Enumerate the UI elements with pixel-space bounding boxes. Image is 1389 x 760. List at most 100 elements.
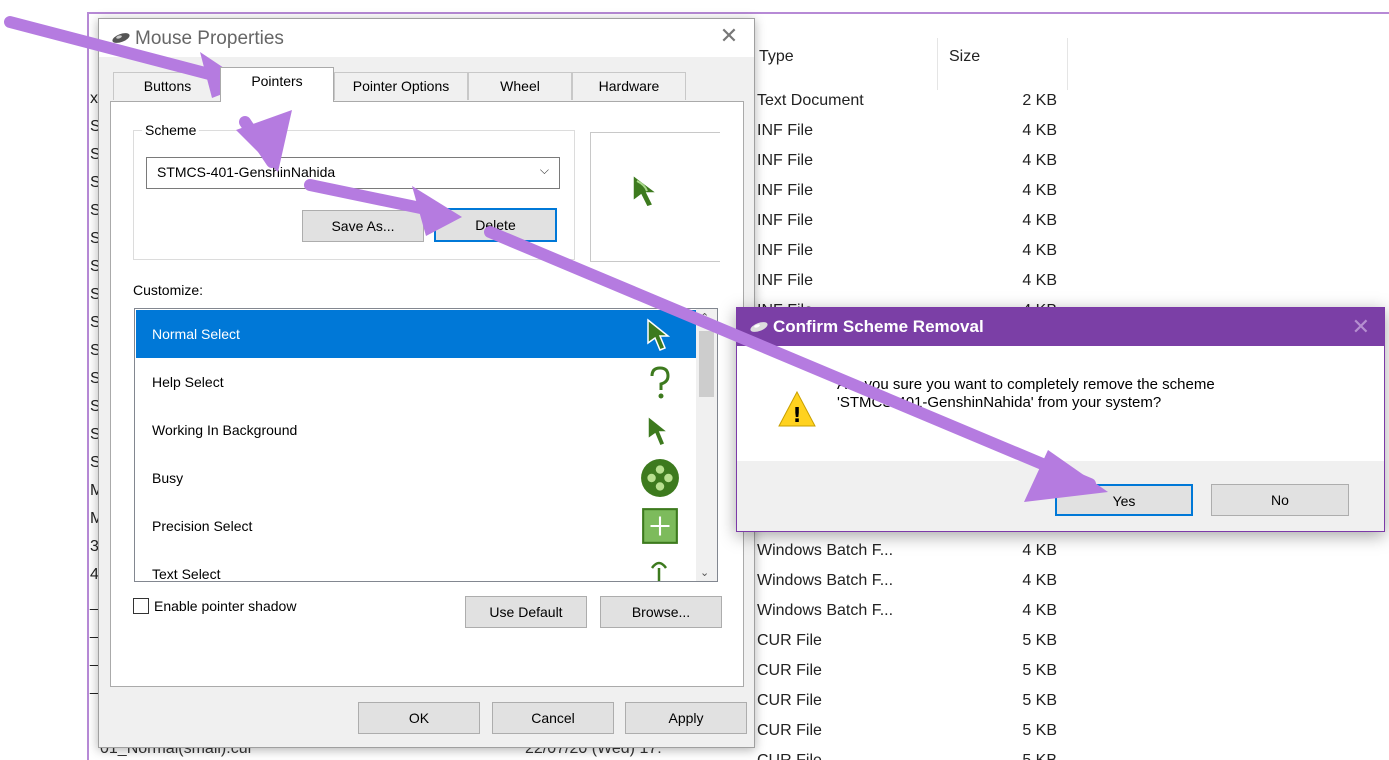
customize-label: Customize: bbox=[133, 282, 204, 298]
crosshair-cursor-icon bbox=[642, 508, 678, 544]
warning-icon: ! bbox=[778, 390, 816, 427]
chevron-down-icon[interactable]: ⌄ bbox=[700, 566, 709, 579]
svg-text:!: ! bbox=[792, 403, 801, 427]
file-size: 5 KB bbox=[1022, 662, 1057, 679]
pointer-list[interactable]: Normal Select Help Select Working In Bac… bbox=[134, 308, 718, 582]
file-row[interactable]: Windows Batch F... 4 KB bbox=[757, 538, 1077, 568]
file-row[interactable]: CUR File 5 KB bbox=[757, 718, 1077, 748]
delete-button[interactable]: Delete bbox=[434, 208, 557, 242]
confirm-message: Are you sure you want to completely remo… bbox=[837, 376, 1215, 411]
file-size: 4 KB bbox=[1022, 272, 1057, 289]
list-item-label: Normal Select bbox=[152, 326, 240, 342]
file-row[interactable]: CUR File 5 KB bbox=[757, 628, 1077, 658]
cancel-button[interactable]: Cancel bbox=[492, 702, 614, 734]
file-size: 4 KB bbox=[1022, 152, 1057, 169]
list-item-label: Text Select bbox=[152, 566, 221, 582]
file-type: Windows Batch F... bbox=[757, 602, 894, 619]
list-item-text-select[interactable]: Text Select bbox=[136, 550, 696, 582]
title-bar[interactable]: Confirm Scheme Removal ✕ bbox=[737, 308, 1384, 346]
scheme-label: Scheme bbox=[142, 122, 200, 138]
title-bar[interactable]: Mouse Properties ✕ bbox=[99, 19, 754, 57]
file-size: 4 KB bbox=[1022, 602, 1057, 619]
mouse-icon bbox=[112, 33, 130, 43]
scroll-thumb[interactable] bbox=[699, 331, 714, 397]
enable-shadow-checkbox[interactable] bbox=[133, 598, 149, 614]
save-as-button[interactable]: Save As... bbox=[302, 210, 424, 242]
list-scrollbar[interactable]: ⌃ ⌄ bbox=[696, 309, 717, 581]
list-item-help-select[interactable]: Help Select bbox=[136, 358, 696, 406]
use-default-button[interactable]: Use Default bbox=[465, 596, 587, 628]
file-row[interactable]: INF File 4 KB bbox=[757, 178, 1077, 208]
leaf-cursor-icon bbox=[647, 318, 671, 351]
file-type: CUR File bbox=[757, 632, 822, 649]
text-cursor-icon bbox=[650, 561, 668, 581]
file-type: INF File bbox=[757, 212, 813, 229]
list-item-working-in-background[interactable]: Working In Background bbox=[136, 406, 696, 454]
file-row[interactable]: CUR File 5 KB bbox=[757, 748, 1077, 760]
file-size: 4 KB bbox=[1022, 542, 1057, 559]
no-button[interactable]: No bbox=[1211, 484, 1349, 516]
file-type: Text Document bbox=[757, 92, 864, 109]
list-item-label: Working In Background bbox=[152, 422, 298, 438]
file-size: 5 KB bbox=[1022, 722, 1057, 739]
dialog-title: Mouse Properties bbox=[135, 28, 284, 49]
file-type: INF File bbox=[757, 272, 813, 289]
list-item-precision-select[interactable]: Precision Select bbox=[136, 502, 696, 550]
scheme-dropdown[interactable]: STMCS-401-GenshinNahida ⌵ bbox=[146, 157, 560, 189]
chevron-up-icon[interactable]: ⌃ bbox=[700, 311, 709, 324]
column-header-type[interactable]: Type bbox=[759, 48, 794, 66]
tab-pointer-options[interactable]: Pointer Options bbox=[334, 72, 468, 100]
file-row[interactable]: INF File 4 KB bbox=[757, 148, 1077, 178]
file-size: 5 KB bbox=[1022, 632, 1057, 649]
cursor-preview bbox=[590, 132, 720, 262]
list-item-normal-select[interactable]: Normal Select bbox=[136, 310, 696, 358]
file-size: 4 KB bbox=[1022, 242, 1057, 259]
tab-hardware[interactable]: Hardware bbox=[572, 72, 686, 100]
file-size: 5 KB bbox=[1022, 692, 1057, 709]
confirm-removal-dialog: Confirm Scheme Removal ✕ ! Are you sure … bbox=[736, 307, 1385, 532]
file-size: 4 KB bbox=[1022, 212, 1057, 229]
file-row[interactable]: Windows Batch F... 4 KB bbox=[757, 568, 1077, 598]
list-item-label: Precision Select bbox=[152, 518, 253, 534]
file-size: 4 KB bbox=[1022, 572, 1057, 589]
list-item-label: Help Select bbox=[152, 374, 224, 390]
file-row[interactable]: INF File 4 KB bbox=[757, 238, 1077, 268]
tab-wheel[interactable]: Wheel bbox=[468, 72, 572, 100]
list-item-busy[interactable]: Busy bbox=[136, 454, 696, 502]
ok-button[interactable]: OK bbox=[358, 702, 480, 734]
close-icon[interactable]: ✕ bbox=[714, 23, 744, 49]
column-header-size[interactable]: Size bbox=[949, 48, 980, 66]
file-row[interactable]: INF File 4 KB bbox=[757, 118, 1077, 148]
scheme-value: STMCS-401-GenshinNahida bbox=[157, 164, 336, 180]
question-cursor-icon bbox=[650, 366, 670, 399]
close-icon[interactable]: ✕ bbox=[1352, 314, 1370, 340]
file-size: 4 KB bbox=[1022, 182, 1057, 199]
file-row[interactable]: CUR File 5 KB bbox=[757, 688, 1077, 718]
file-row[interactable]: CUR File 5 KB bbox=[757, 658, 1077, 688]
column-separator[interactable] bbox=[1067, 38, 1068, 90]
file-type: CUR File bbox=[757, 662, 822, 679]
file-row[interactable]: INF File 4 KB bbox=[757, 268, 1077, 298]
list-item-label: Busy bbox=[152, 470, 184, 486]
busy-flower-icon bbox=[641, 459, 679, 497]
message-area: ! Are you sure you want to completely re… bbox=[737, 346, 1384, 461]
file-name-fragment[interactable]: x bbox=[90, 90, 98, 108]
column-separator[interactable] bbox=[937, 38, 938, 90]
file-type: INF File bbox=[757, 242, 813, 259]
file-type: CUR File bbox=[757, 692, 822, 709]
file-row[interactable]: Windows Batch F... 4 KB bbox=[757, 598, 1077, 628]
leaf-cursor-icon bbox=[647, 414, 671, 447]
file-size: 4 KB bbox=[1022, 122, 1057, 139]
file-type: Windows Batch F... bbox=[757, 542, 894, 559]
file-row[interactable]: INF File 4 KB bbox=[757, 208, 1077, 238]
mouse-icon bbox=[750, 322, 768, 332]
enable-shadow-label[interactable]: Enable pointer shadow bbox=[154, 598, 296, 614]
file-type: Windows Batch F... bbox=[757, 572, 894, 589]
browse-button[interactable]: Browse... bbox=[600, 596, 722, 628]
apply-button[interactable]: Apply bbox=[625, 702, 747, 734]
file-row[interactable]: Text Document 2 KB bbox=[757, 88, 1077, 118]
tab-pointers[interactable]: Pointers bbox=[220, 67, 334, 102]
tab-buttons[interactable]: Buttons bbox=[113, 72, 222, 100]
file-size: 5 KB bbox=[1022, 752, 1057, 760]
yes-button[interactable]: Yes bbox=[1055, 484, 1193, 516]
